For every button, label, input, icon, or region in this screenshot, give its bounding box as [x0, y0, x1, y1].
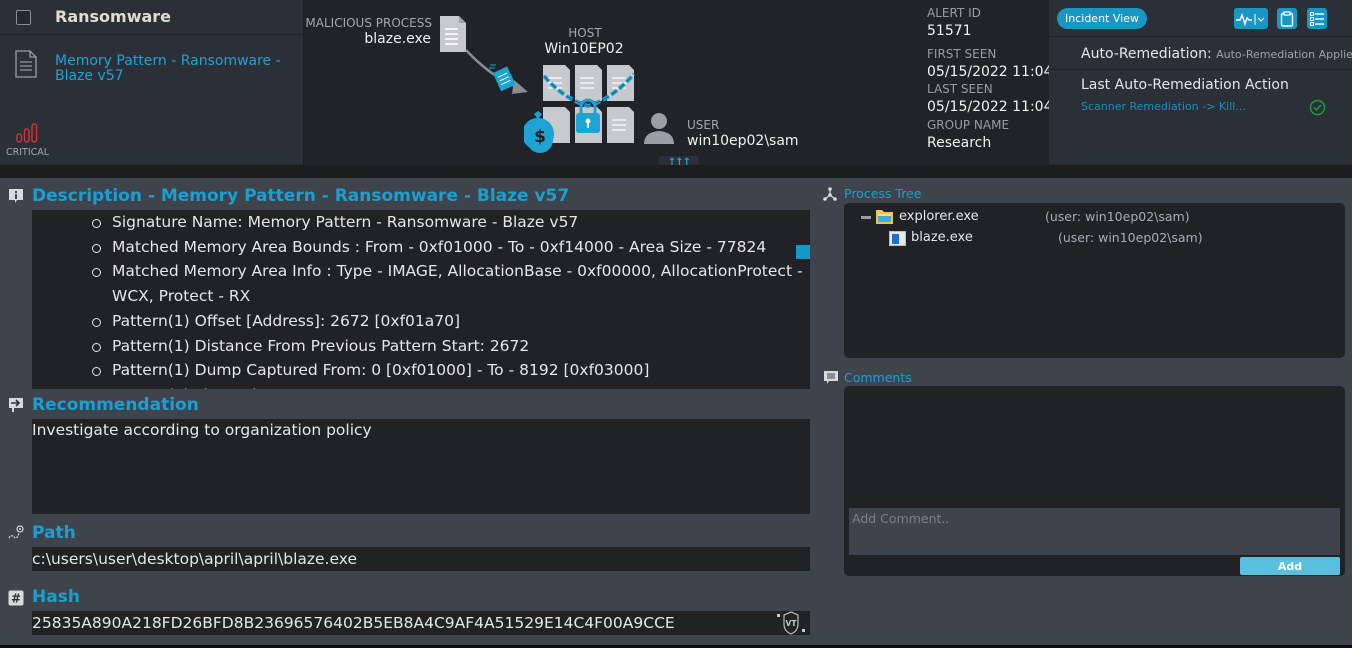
virustotal-icon[interactable]: VT	[774, 611, 808, 635]
hash-icon: #	[8, 590, 24, 606]
checklist-icon	[1310, 11, 1324, 26]
activity-pulse-icon	[1236, 12, 1265, 26]
description-item: Pattern(1) Flagged Bytes	[90, 383, 810, 389]
process-tree-box: explorer.exe (user: win10ep02\sam) blaze…	[844, 203, 1345, 358]
description-item: Pattern(1) Distance From Previous Patter…	[90, 334, 810, 359]
description-item: Pattern(1) Dump Captured From: 0 [0xf010…	[90, 358, 810, 383]
last-seen-label: LAST SEEN	[927, 82, 993, 96]
severity-label: CRITICAL	[6, 147, 50, 158]
path-icon	[8, 525, 24, 539]
description-item: Pattern(1) Offset [Address]: 2672 [0xf01…	[90, 309, 810, 334]
document-icon	[15, 50, 37, 78]
malicious-process-value[interactable]: blaze.exe	[302, 31, 431, 47]
first-seen-label: FIRST SEEN	[927, 47, 997, 61]
last-action-title: Last Auto-Remediation Action	[1081, 77, 1289, 93]
alert-id-label: ALERT ID	[927, 6, 981, 20]
last-seen-value: 05/15/2022 11:04	[927, 99, 1053, 115]
hash-title: Hash	[32, 587, 80, 607]
alert-title-row: Ransomware	[0, 0, 303, 35]
encrypted-files-icon: $	[524, 65, 636, 153]
collapse-icon[interactable]	[861, 215, 871, 221]
remediation-panel: Incident View Auto-Remediation: Auto-Rem…	[1049, 0, 1352, 165]
alert-id-value: 51571	[927, 23, 972, 39]
incident-view-button[interactable]: Incident View	[1057, 8, 1147, 29]
recommendation-text: Investigate according to organization po…	[32, 421, 372, 439]
process-tree-icon	[823, 187, 837, 201]
hash-box: 25835A890A218FD26BFD8B23696576402B5EB8A4…	[32, 611, 810, 635]
checklist-button[interactable]	[1307, 8, 1327, 29]
recommendation-icon	[9, 398, 23, 412]
description-item: Matched Memory Area Bounds : From - 0xf0…	[90, 235, 810, 260]
severity-critical-icon	[16, 123, 38, 143]
alert-summary-panel: Ransomware Memory Pattern - Ransomware -…	[0, 0, 304, 165]
chevron-down-icon	[1257, 17, 1265, 22]
alert-type-title: Ransomware	[55, 7, 172, 26]
comments-icon	[824, 371, 838, 384]
description-item: Matched Memory Area Info : Type - IMAGE,…	[90, 259, 810, 308]
svg-text:VT: VT	[786, 619, 798, 628]
host-label: HOST	[568, 26, 602, 40]
recommendation-box: Investigate according to organization po…	[32, 419, 810, 514]
process-tree-node-user: (user: win10ep02\sam)	[1058, 230, 1203, 245]
description-box: Signature Name: Memory Pattern - Ransomw…	[32, 210, 810, 389]
process-tree-node-name[interactable]: blaze.exe	[911, 230, 973, 245]
group-name-label: GROUP NAME	[927, 118, 1010, 132]
host-value[interactable]: Win10EP02	[538, 41, 630, 57]
svg-text:#: #	[11, 592, 21, 606]
hash-value[interactable]: 25835A890A218FD26BFD8B23696576402B5EB8A4…	[32, 611, 810, 635]
add-comment-button[interactable]: Add	[1240, 557, 1340, 575]
description-title: Description - Memory Pattern - Ransomwar…	[32, 186, 570, 206]
group-name-value: Research	[927, 135, 992, 151]
process-tree-node-name[interactable]: explorer.exe	[899, 209, 979, 224]
recommendation-title: Recommendation	[32, 395, 199, 415]
executable-icon	[889, 231, 906, 246]
auto-remediation-status: Auto-Remediation Applied	[1216, 48, 1352, 61]
svg-text:$: $	[534, 127, 546, 147]
alert-header: Ransomware Memory Pattern - Ransomware -…	[0, 0, 1352, 170]
path-value[interactable]: c:\users\user\desktop\april\april\blaze.…	[32, 547, 810, 571]
auto-remediation-label: Auto-Remediation:	[1081, 46, 1212, 62]
first-seen-value: 05/15/2022 11:04	[927, 64, 1053, 80]
success-check-icon	[1309, 99, 1326, 116]
comments-title: Comments	[844, 370, 912, 385]
activity-dropdown-button[interactable]	[1234, 8, 1268, 29]
comments-box: Add	[844, 386, 1345, 576]
description-item: Signature Name: Memory Pattern - Ransomw…	[90, 210, 810, 235]
auto-remediation: Auto-Remediation: Auto-Remediation Appli…	[1081, 46, 1352, 62]
malicious-process-label: MALICIOUS PROCESS	[305, 16, 432, 30]
process-tree-title: Process Tree	[844, 186, 922, 201]
infection-arrow-icon	[465, 49, 528, 94]
process-tree-node-user: (user: win10ep02\sam)	[1045, 209, 1190, 224]
auto-remediation-row: Auto-Remediation: Auto-Remediation Appli…	[1049, 36, 1352, 70]
description-list: Signature Name: Memory Pattern - Ransomw…	[32, 210, 810, 389]
user-value[interactable]: win10ep02\sam	[687, 133, 799, 149]
header-divider	[0, 165, 1352, 178]
user-avatar-icon	[644, 113, 674, 144]
user-label: USER	[687, 118, 720, 132]
description-scrollbar[interactable]	[796, 245, 810, 259]
last-action-link[interactable]: Scanner Remediation -> Kill...	[1081, 100, 1246, 113]
signature-link[interactable]: Memory Pattern - Ransomware - Blaze v57	[55, 54, 295, 84]
clipboard-icon	[1280, 10, 1294, 27]
info-icon	[9, 189, 23, 203]
alert-details: Description - Memory Pattern - Ransomwar…	[0, 178, 1352, 645]
path-box: c:\users\user\desktop\april\april\blaze.…	[32, 547, 810, 571]
path-title: Path	[32, 523, 76, 543]
folder-icon	[876, 210, 893, 224]
clipboard-button[interactable]	[1277, 8, 1297, 29]
select-alert-checkbox[interactable]	[16, 10, 31, 25]
comment-input[interactable]	[849, 508, 1340, 555]
